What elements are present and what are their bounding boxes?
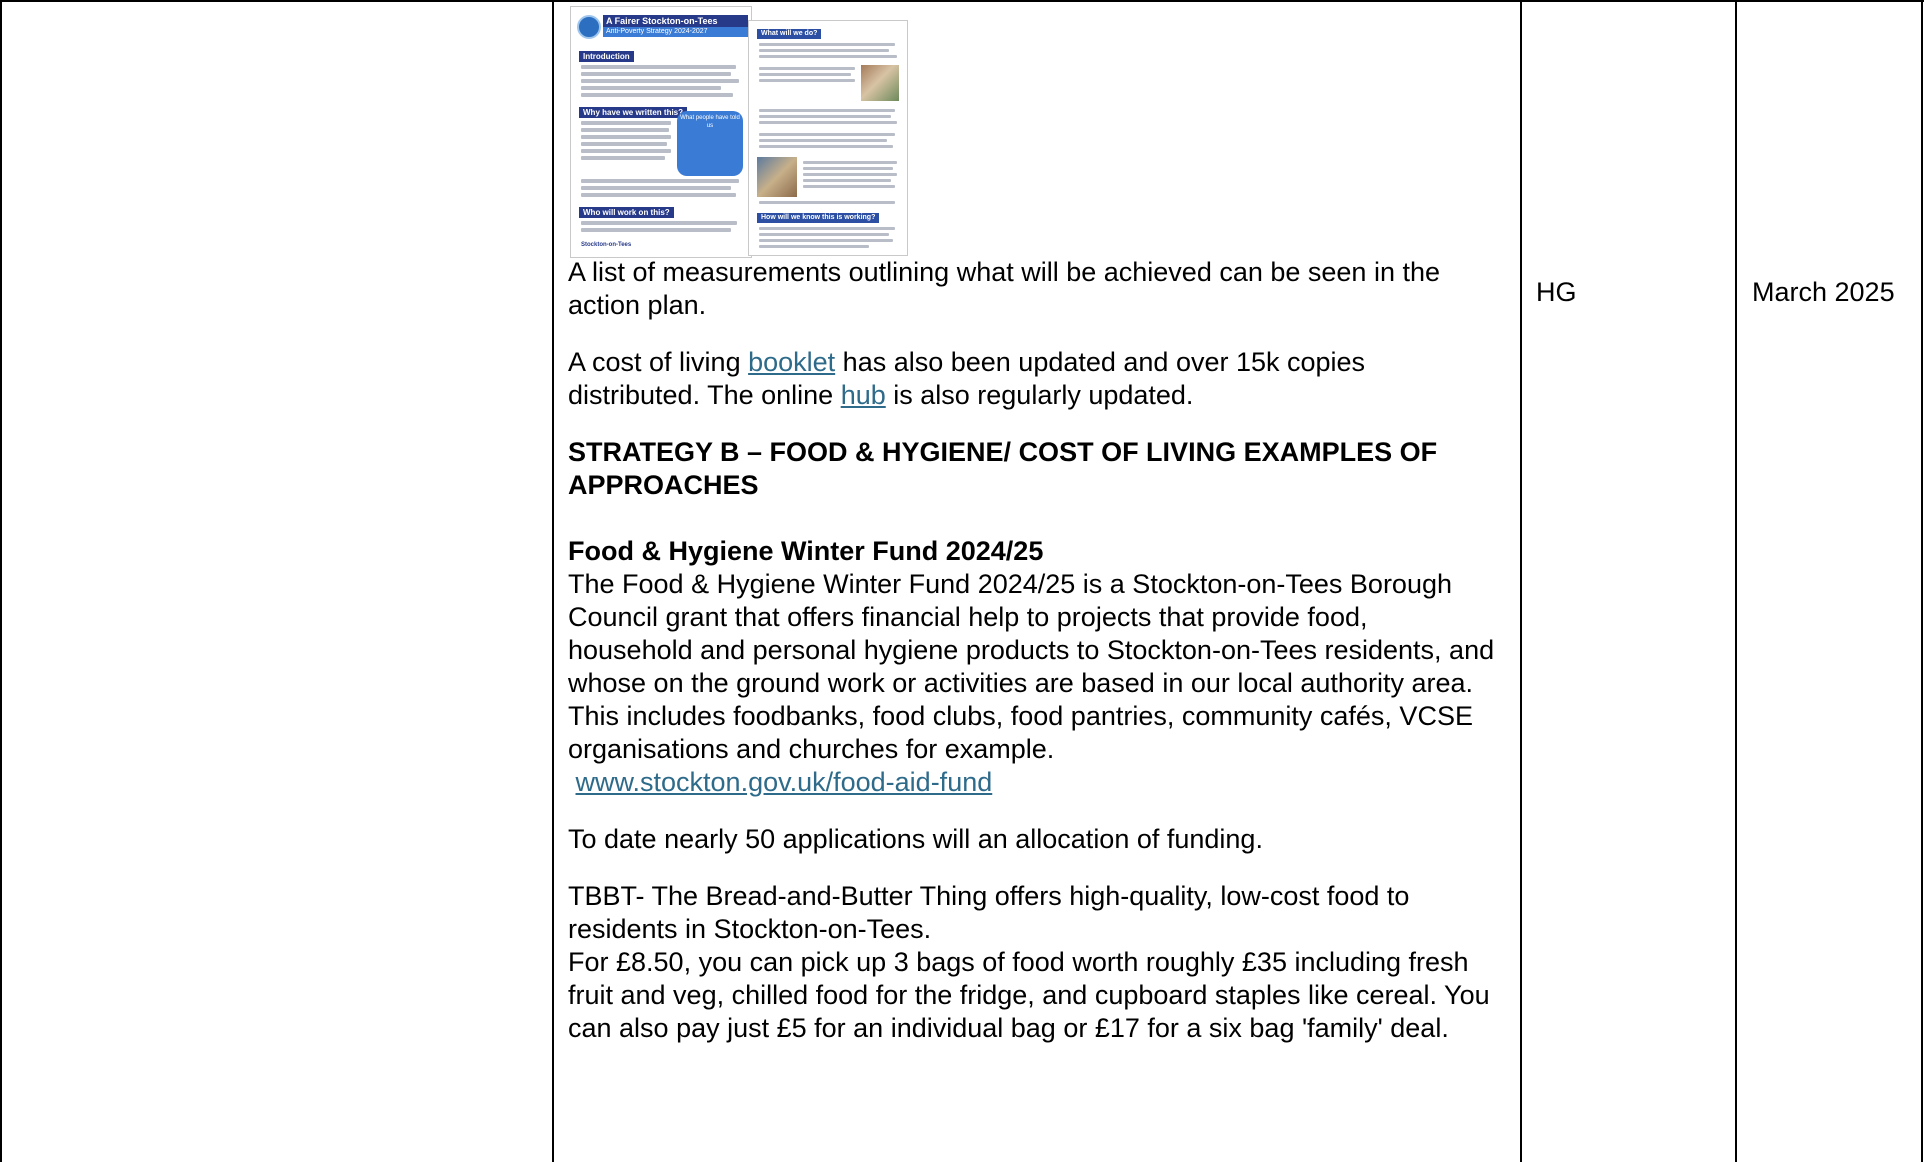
column-divider-2 xyxy=(1520,0,1522,1162)
tbbt-pricing: For £8.50, you can pick up 3 bags of foo… xyxy=(568,947,1490,1043)
applications-paragraph: To date nearly 50 applications will an a… xyxy=(568,824,1263,854)
text-line xyxy=(581,156,665,160)
text-line xyxy=(581,79,739,83)
text-line xyxy=(581,135,671,139)
text-line xyxy=(803,173,897,176)
text-line xyxy=(803,161,897,164)
council-logo: Stockton-on-Tees xyxy=(581,242,632,248)
text-line xyxy=(581,221,737,225)
text-line xyxy=(803,179,891,182)
fund-heading: Food & Hygiene Winter Fund 2024/25 xyxy=(568,536,1044,566)
photo-image xyxy=(861,65,899,101)
text-line xyxy=(759,245,869,248)
fund-link-line: www.stockton.gov.uk/food-aid-fund xyxy=(568,766,1498,799)
food-aid-fund-link[interactable]: www.stockton.gov.uk/food-aid-fund xyxy=(576,767,993,797)
text-line xyxy=(759,145,893,148)
section-header-how: How will we know this is working? xyxy=(757,213,880,223)
text-line xyxy=(803,185,895,188)
callout-box: What people have told us xyxy=(677,111,743,176)
text-line xyxy=(759,139,887,142)
section-header-who: Who will work on this? xyxy=(579,207,674,218)
text-line xyxy=(759,43,895,46)
text-line xyxy=(581,65,736,69)
text-line xyxy=(759,239,893,242)
content-text: A list of measurements outlining what wi… xyxy=(568,256,1498,1045)
text-line xyxy=(581,179,739,183)
text-line xyxy=(581,228,731,232)
text-line xyxy=(759,73,851,76)
text-line xyxy=(759,121,897,124)
text-line xyxy=(581,93,733,97)
fund-description: The Food & Hygiene Winter Fund 2024/25 i… xyxy=(568,569,1495,764)
strategy-title: A Fairer Stockton-on-Tees xyxy=(603,15,748,27)
text-line xyxy=(581,193,736,197)
date-cell: March 2025 xyxy=(1752,276,1920,309)
text-line xyxy=(759,55,897,58)
section-header-what: What will we do? xyxy=(757,29,822,39)
text-line xyxy=(759,201,895,204)
text-line xyxy=(759,49,889,52)
content-cell: A Fairer Stockton-on-Tees Anti-Poverty S… xyxy=(554,0,1520,1162)
booklet-link[interactable]: booklet xyxy=(748,347,835,377)
table-right-border xyxy=(1921,0,1923,1162)
strategy-b-heading: STRATEGY B – FOOD & HYGIENE/ COST OF LIV… xyxy=(568,437,1438,500)
measurements-paragraph: A list of measurements outlining what wi… xyxy=(568,257,1441,320)
strategy-subtitle: Anti-Poverty Strategy 2024-2027 xyxy=(603,27,748,37)
text-line xyxy=(759,79,855,82)
text: A cost of living xyxy=(568,347,749,377)
text-line xyxy=(581,186,731,190)
photo-image xyxy=(757,157,797,197)
text-line xyxy=(759,133,895,136)
text-line xyxy=(759,227,895,230)
text-line xyxy=(581,86,721,90)
strategy-page-thumbnail-1[interactable]: A Fairer Stockton-on-Tees Anti-Poverty S… xyxy=(570,6,752,258)
tbbt-intro: TBBT- The Bread-and-Butter Thing offers … xyxy=(568,881,1410,944)
cost-of-living-paragraph: A cost of living booklet has also been u… xyxy=(568,346,1498,412)
text-line xyxy=(759,233,889,236)
text-line xyxy=(581,149,671,153)
column-divider-3 xyxy=(1735,0,1737,1162)
text-line xyxy=(803,167,893,170)
text-line xyxy=(759,67,855,70)
hub-link[interactable]: hub xyxy=(841,380,886,410)
text-line xyxy=(581,121,671,125)
callout-title: What people have told us xyxy=(680,115,740,129)
text-line xyxy=(581,142,667,146)
target-date: March 2025 xyxy=(1752,277,1895,307)
text: is also regularly updated. xyxy=(885,380,1194,410)
section-header-why: Why have we written this? xyxy=(579,107,688,118)
section-header-introduction: Introduction xyxy=(579,51,634,62)
text-line xyxy=(581,72,731,76)
text-line xyxy=(759,109,895,112)
lead-cell: HG xyxy=(1536,276,1716,309)
text-line xyxy=(581,128,669,132)
strategy-page-thumbnail-2[interactable]: What will we do? How will we know this i… xyxy=(748,20,908,256)
logo-icon xyxy=(577,15,601,39)
lead-initials: HG xyxy=(1536,277,1577,307)
empty-cell xyxy=(2,0,552,1162)
text-line xyxy=(759,115,891,118)
